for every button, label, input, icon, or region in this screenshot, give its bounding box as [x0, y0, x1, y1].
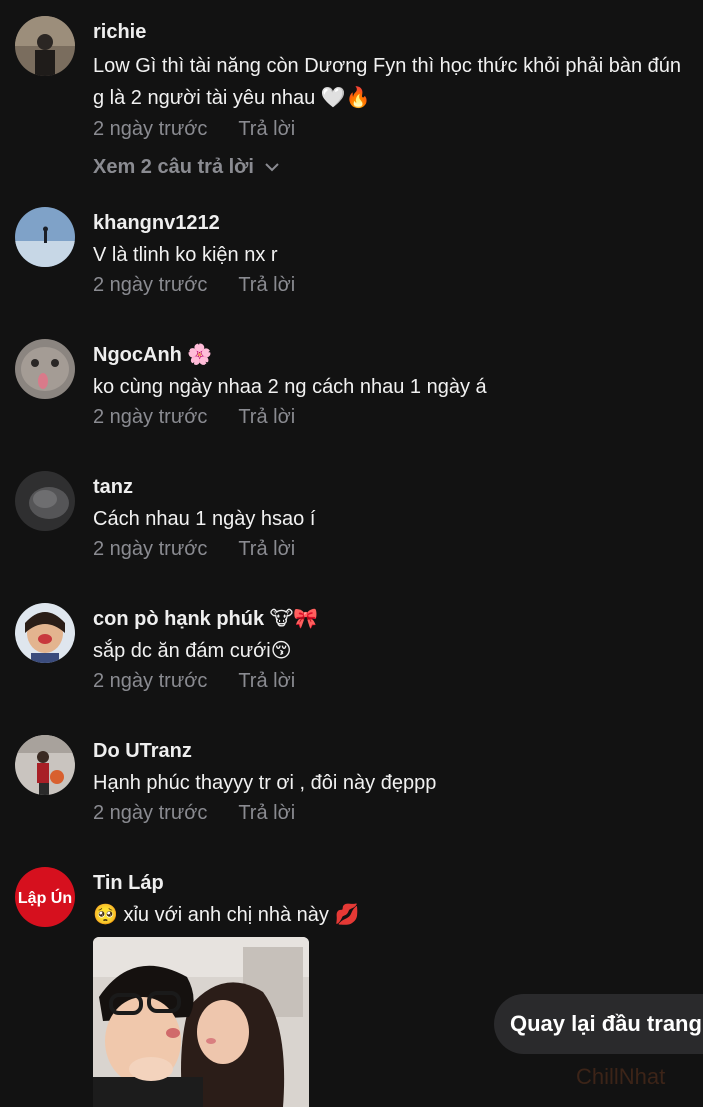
comment-attached-photo[interactable]	[93, 937, 309, 1107]
comment-time: 2 ngày trước	[93, 802, 208, 824]
comment-time: 2 ngày trước	[93, 406, 208, 428]
view-replies-button[interactable]: Xem 2 câu trả lời	[93, 153, 683, 181]
avatar[interactable]	[15, 471, 75, 531]
comment-text: V là tlinh ko kiện nx r	[93, 244, 278, 266]
reply-button[interactable]: Trả lời	[238, 403, 295, 431]
comment-text: Hạnh phúc thayyy tr ơi , đôi này đẹppp	[93, 772, 437, 794]
avatar[interactable]	[15, 16, 75, 76]
comment-meta: 2 ngày trước Trả lời	[93, 115, 683, 143]
avatar[interactable]: Lập Ún	[15, 867, 75, 927]
watermark: ChillNhat	[576, 1064, 666, 1089]
comment-time: 2 ngày trước	[93, 118, 208, 140]
avatar[interactable]	[15, 207, 75, 267]
comment-text: sắp dc ăn đám cưới😚	[93, 640, 292, 662]
comment-text: 🥺 xỉu với anh chị nhà này 💋	[93, 904, 360, 926]
reply-button[interactable]: Trả lời	[238, 535, 295, 563]
comment-username[interactable]: tanz	[93, 471, 683, 503]
reply-button[interactable]: Trả lời	[238, 271, 295, 299]
comment-username[interactable]: khangnv1212	[93, 207, 683, 239]
comment-meta: 2 ngày trước Trả lời	[93, 667, 683, 695]
view-replies-label: Xem 2 câu trả lời	[93, 156, 254, 178]
comment-meta: 2 ngày trước Trả lời	[93, 535, 683, 563]
comment-meta: 2 ngày trước Trả lời	[93, 403, 683, 431]
reply-button[interactable]: Trả lời	[238, 115, 295, 143]
comment-text: ko cùng ngày nhaa 2 ng cách nhau 1 ngày …	[93, 376, 487, 398]
comment-username[interactable]: con pò hạnk phúk 🐮🎀	[93, 603, 683, 635]
comment-username[interactable]: Do UTranz	[93, 735, 683, 767]
comment-username[interactable]: Tin Láp	[93, 867, 683, 899]
chevron-down-icon	[265, 163, 279, 172]
avatar[interactable]	[15, 603, 75, 663]
comment-username[interactable]: NgocAnh 🌸	[93, 339, 683, 371]
reply-button[interactable]: Trả lời	[238, 799, 295, 827]
avatar[interactable]	[15, 339, 75, 399]
comment-text: Low Gì thì tài năng còn Dương Fyn thì họ…	[93, 55, 682, 109]
comment-time: 2 ngày trước	[93, 670, 208, 692]
comment-text: Cách nhau 1 ngày hsao í	[93, 508, 316, 530]
reply-button[interactable]: Trả lời	[238, 667, 295, 695]
comment-time: 2 ngày trước	[93, 538, 208, 560]
back-to-top-button[interactable]: Quay lại đầu trang	[494, 994, 703, 1054]
comment-time: 2 ngày trước	[93, 274, 208, 296]
comment-meta: 2 ngày trước Trả lời	[93, 799, 683, 827]
avatar[interactable]	[15, 735, 75, 795]
avatar-logo-text: Lập Ún	[18, 888, 72, 907]
comment-meta: 2 ngày trước Trả lời	[93, 271, 683, 299]
comment-username[interactable]: richie	[93, 16, 683, 48]
